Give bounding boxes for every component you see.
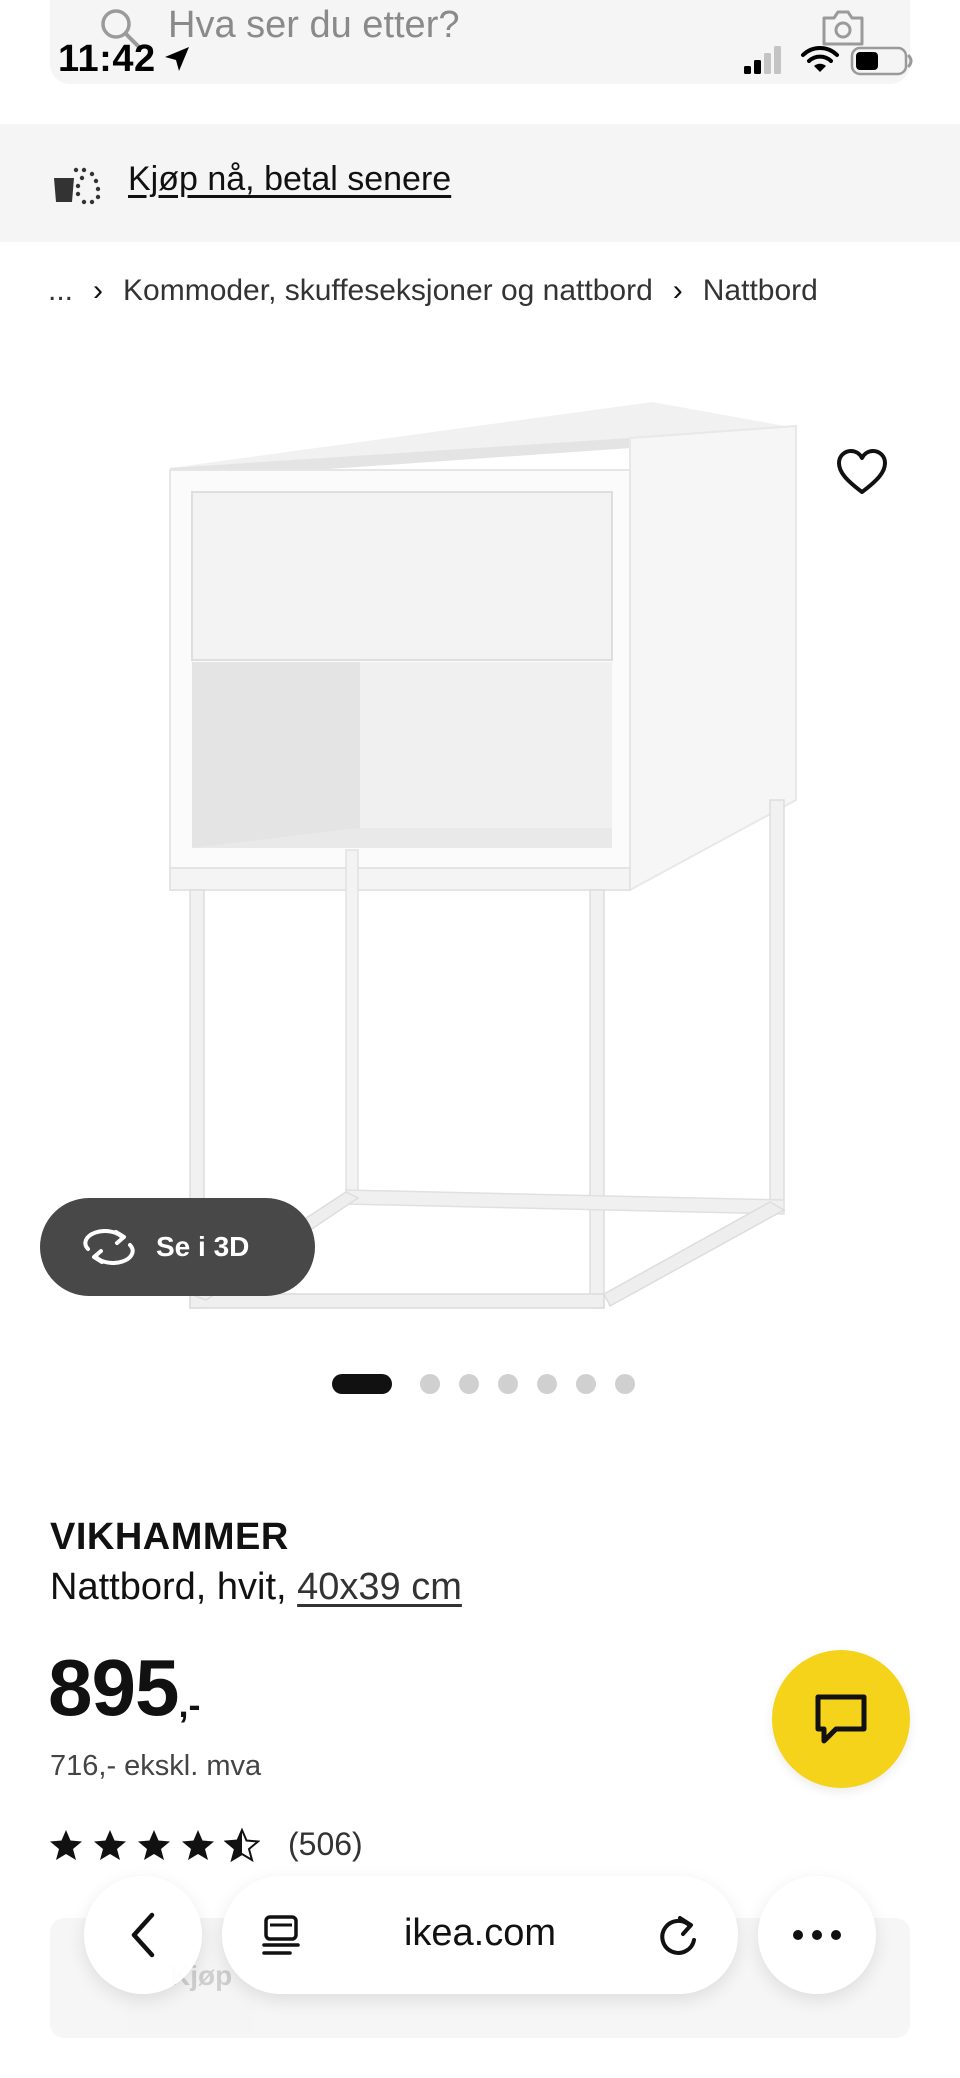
chevron-left-icon xyxy=(131,1912,155,1958)
pagination-dot[interactable] xyxy=(459,1374,479,1394)
view-3d-button[interactable]: Se i 3D xyxy=(40,1198,315,1296)
more-dots-icon xyxy=(793,1930,841,1940)
breadcrumb-ellipsis[interactable]: ... xyxy=(48,274,73,308)
product-image[interactable] xyxy=(150,380,810,1320)
view-3d-label: Se i 3D xyxy=(156,1231,250,1262)
image-pagination xyxy=(332,1374,654,1394)
star-icon xyxy=(182,1829,214,1860)
product-name: VIKHAMMER xyxy=(50,1516,289,1558)
heart-icon[interactable] xyxy=(836,448,888,496)
pagination-dot[interactable] xyxy=(498,1374,518,1394)
chevron-right-icon: › xyxy=(672,274,683,307)
product-price: 895 ,- xyxy=(48,1648,200,1728)
rotate-3d-icon xyxy=(83,1229,135,1265)
price-integer: 895 xyxy=(48,1643,179,1732)
pagination-dot[interactable] xyxy=(615,1374,635,1394)
price-ex-vat: 716,- ekskl. mva xyxy=(50,1750,262,1782)
battery-icon xyxy=(850,46,913,76)
chat-button[interactable] xyxy=(772,1650,910,1788)
pay-later-link[interactable]: Kjøp nå, betal senere xyxy=(128,160,451,199)
pay-later-banner[interactable]: Kjøp nå, betal senere xyxy=(0,124,960,242)
browser-address-bar[interactable]: ikea.com xyxy=(222,1876,738,1994)
product-size-link[interactable]: 40x39 cm xyxy=(297,1566,462,1608)
star-icon xyxy=(224,1827,260,1862)
pagination-dot[interactable] xyxy=(537,1374,557,1394)
price-suffix: ,- xyxy=(178,1684,201,1725)
browser-more-button[interactable] xyxy=(758,1876,876,1994)
breadcrumb-category[interactable]: Kommoder, skuffeseksjoner og nattbord xyxy=(123,274,653,308)
location-arrow-icon xyxy=(165,47,189,71)
product-description: Nattbord, hvit, 40x39 cm xyxy=(50,1566,462,1609)
wifi-icon xyxy=(801,45,839,72)
product-type: Nattbord, hvit, xyxy=(50,1566,298,1608)
search-placeholder[interactable]: Hva ser du etter? xyxy=(168,4,459,47)
breadcrumb: ... › Kommoder, skuffeseksjoner og nattb… xyxy=(48,274,818,308)
shopping-bag-icon xyxy=(54,167,101,205)
pagination-dot[interactable] xyxy=(576,1374,596,1394)
camera-icon[interactable] xyxy=(820,8,866,48)
rating[interactable]: (506) xyxy=(48,1826,363,1863)
star-icon xyxy=(94,1829,126,1860)
star-icon xyxy=(138,1829,170,1860)
review-count[interactable]: (506) xyxy=(288,1826,363,1863)
chevron-right-icon: › xyxy=(93,274,104,307)
status-time: 11:42 xyxy=(58,38,156,80)
chat-icon xyxy=(815,1694,867,1744)
breadcrumb-current[interactable]: Nattbord xyxy=(703,274,818,308)
pagination-dot[interactable] xyxy=(420,1374,440,1394)
star-icon xyxy=(50,1829,82,1860)
reload-icon[interactable] xyxy=(656,1912,700,1958)
pagination-dot[interactable] xyxy=(332,1374,392,1394)
cellular-signal-icon xyxy=(744,46,781,74)
browser-back-button[interactable] xyxy=(84,1876,202,1994)
